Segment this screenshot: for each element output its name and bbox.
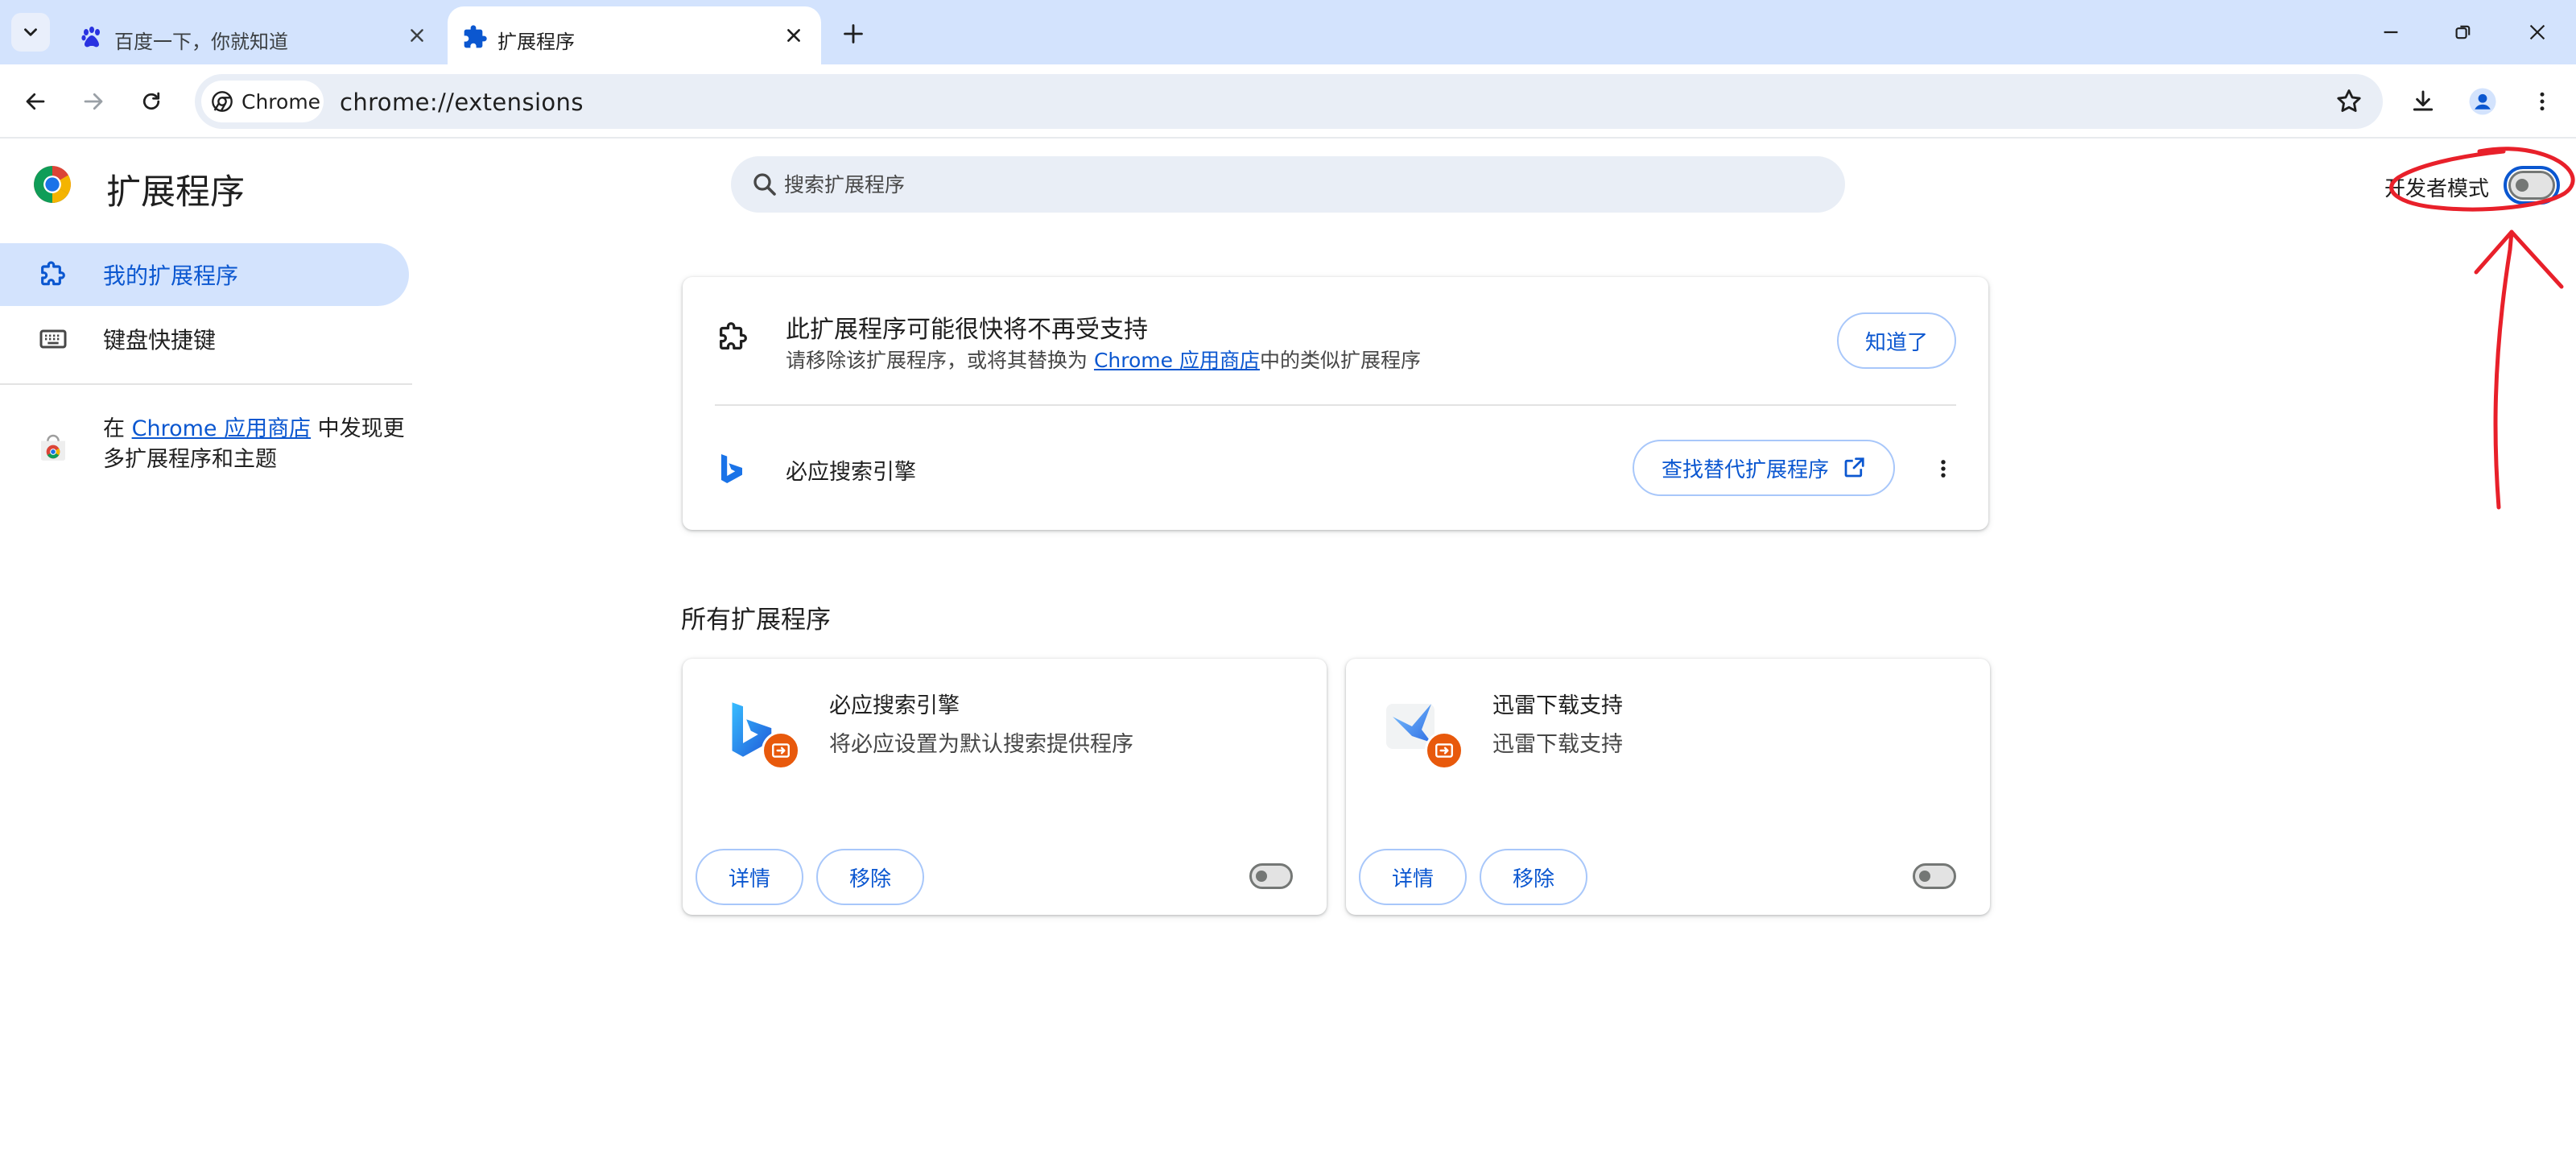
open-in-new-icon [1844,457,1864,478]
find-alternative-button[interactable]: 查找替代扩展程序 [1633,440,1895,496]
extension-description: 将必应设置为默认搜索提供程序 [829,732,1133,757]
sidebar-item-label: 我的扩展程序 [103,263,239,289]
close-icon [411,29,423,42]
reload-button[interactable] [132,82,171,121]
desc-prefix: 请移除该扩展程序，或将其替换为 [786,349,1094,372]
deprecation-warning-card: 此扩展程序可能很快将不再受支持 请移除该扩展程序，或将其替换为 Chrome 应… [683,277,1988,530]
remove-button[interactable]: 移除 [1480,849,1587,905]
unpacked-badge [762,731,800,770]
bookmark-star-icon[interactable] [2334,87,2363,116]
toolbar: Chrome chrome://extensions [0,64,2576,139]
toggle-knob [1919,871,1930,882]
extension-name: 必应搜索引擎 [829,693,960,718]
sidebar-item-keyboard-shortcuts[interactable]: 键盘快捷键 [0,308,409,370]
extension-search-bar[interactable] [731,156,1845,213]
bing-icon [721,454,742,483]
close-icon [787,29,800,42]
site-info-chip[interactable]: Chrome [201,81,324,122]
extension-icon [724,694,802,771]
tab-title: 扩展程序 [497,31,575,53]
downloads-button[interactable] [2404,82,2442,121]
tab-baidu[interactable]: 百度一下，你就知道 [64,6,444,64]
search-icon [753,173,776,196]
extension-card: 必应搜索引擎 将必应设置为默认搜索提供程序 详情 移除 [683,659,1327,915]
more-vertical-icon [2540,92,2545,111]
tab-title: 百度一下，你就知道 [114,31,288,53]
section-title: 所有扩展程序 [681,606,831,635]
plus-icon [844,24,863,43]
deprecated-extension-name: 必应搜索引擎 [786,460,916,485]
desc-suffix: 中的类似扩展程序 [1259,349,1421,372]
more-vertical-icon [1941,460,1946,478]
reload-icon [142,92,160,110]
close-icon [2529,24,2545,40]
warning-title: 此扩展程序可能很快将不再受支持 [786,316,1148,344]
tab-search-button[interactable] [11,13,50,52]
promo-prefix: 在 [103,416,132,441]
address-bar[interactable]: Chrome chrome://extensions [195,74,2383,129]
puzzle-icon [464,25,487,48]
extension-icon [1386,694,1465,771]
extension-description: 迅雷下载支持 [1492,732,1623,757]
search-input[interactable] [784,156,1814,213]
puzzle-outline-icon [41,261,65,286]
web-store-link[interactable]: Chrome 应用商店 [132,416,312,441]
back-button[interactable] [16,82,55,121]
chrome-icon [212,91,233,112]
tab-close-button[interactable] [401,19,433,52]
minimize-button[interactable] [2368,13,2413,52]
new-tab-button[interactable] [834,14,873,53]
extension-enable-toggle[interactable] [1913,863,1956,889]
external-source-icon [772,743,790,758]
remove-button[interactable]: 移除 [816,849,924,905]
minimize-icon [2384,31,2398,34]
red-annotation-circle-arrow [2389,147,2575,510]
extension-card: 迅雷下载支持 迅雷下载支持 详情 移除 [1346,659,1990,915]
more-actions-button[interactable] [1927,453,1959,485]
web-store-icon [41,434,65,461]
card-divider [715,404,1956,406]
close-window-button[interactable] [2515,13,2560,52]
restore-icon [2455,25,2471,39]
keyboard-icon [39,329,67,349]
forward-button[interactable] [74,82,113,121]
sidebar-divider [0,383,412,385]
extension-enable-toggle[interactable] [1249,863,1293,889]
details-button[interactable]: 详情 [696,849,803,905]
baidu-paw-icon [81,27,100,48]
sidebar-item-label: 键盘快捷键 [103,327,217,354]
tab-close-button[interactable] [778,19,810,52]
find-alternative-label: 查找替代扩展程序 [1661,457,1829,482]
tab-strip: 百度一下，你就知道 扩展程序 [0,0,2576,64]
download-icon [2413,90,2434,111]
got-it-button[interactable]: 知道了 [1837,312,1956,369]
chrome-logo-icon [34,166,71,203]
page-title: 扩展程序 [106,172,245,213]
arrow-right-icon [84,93,103,110]
details-button[interactable]: 详情 [1359,849,1467,905]
extension-name: 迅雷下载支持 [1492,693,1623,718]
unpacked-badge [1425,731,1463,770]
puzzle-outline-icon [720,322,747,350]
chevron-down-icon [24,28,37,36]
warning-description: 请移除该扩展程序，或将其替换为 Chrome 应用商店中的类似扩展程序 [786,345,1421,374]
profile-button[interactable] [2463,82,2502,121]
sidebar-item-my-extensions[interactable]: 我的扩展程序 [0,243,409,306]
url-text[interactable]: chrome://extensions [340,89,584,116]
toggle-knob [1256,871,1267,882]
web-store-link[interactable]: Chrome 应用商店 [1094,349,1260,372]
external-source-icon [1435,743,1453,758]
tab-extensions[interactable]: 扩展程序 [448,6,821,64]
menu-button[interactable] [2523,82,2562,121]
arrow-left-icon [26,93,45,110]
web-store-promo: 在 Chrome 应用商店 中发现更多扩展程序和主题 [103,414,409,475]
restore-button[interactable] [2441,13,2486,52]
site-chip-label: Chrome [242,89,321,114]
avatar-icon [2469,88,2496,115]
